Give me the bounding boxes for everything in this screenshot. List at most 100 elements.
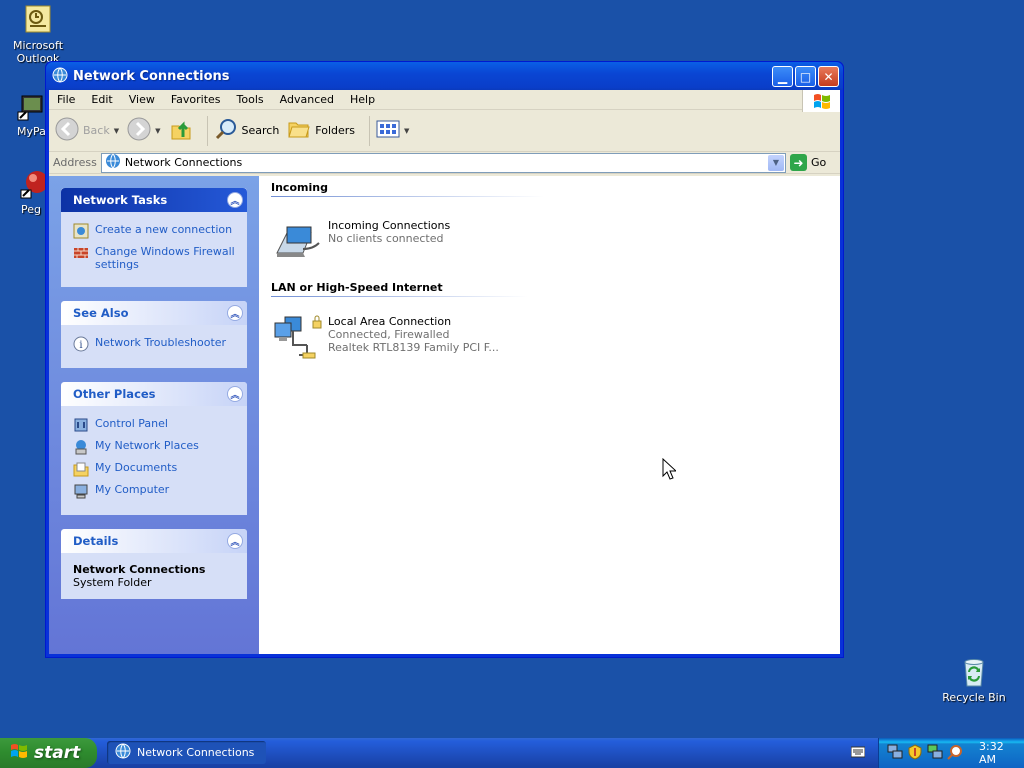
forward-button[interactable]: ▼ (127, 117, 161, 144)
other-places-panel: Other Places ︽ Control Panel My Network … (61, 382, 247, 515)
taskbar-button-network-connections[interactable]: Network Connections (107, 741, 266, 764)
folders-button[interactable]: Folders (287, 117, 355, 144)
collapse-icon[interactable]: ︽ (227, 386, 243, 402)
collapse-icon[interactable]: ︽ (227, 192, 243, 208)
go-label: Go (811, 156, 827, 169)
menu-tools[interactable]: Tools (229, 93, 272, 106)
connection-name: Local Area Connection (328, 315, 452, 328)
mouse-cursor-icon (662, 457, 678, 483)
address-dropdown-button[interactable]: ▼ (768, 154, 784, 171)
toolbar-separator (369, 115, 371, 146)
forward-arrow-icon (127, 117, 151, 144)
chevron-down-icon[interactable]: ▼ (404, 127, 409, 135)
place-label: My Computer (95, 483, 170, 496)
connection-status: No clients connected (328, 232, 444, 245)
place-my-documents[interactable]: My Documents (73, 461, 237, 477)
task-label: Network Troubleshooter (95, 336, 227, 349)
clock[interactable]: 3:32 AM (979, 740, 1024, 766)
back-button[interactable]: Back ▼ (55, 117, 119, 144)
menu-edit[interactable]: Edit (83, 93, 120, 106)
svg-text:i: i (79, 340, 82, 351)
control-panel-icon (73, 417, 89, 433)
address-label: Address (53, 156, 97, 169)
search-tray-icon[interactable] (947, 744, 963, 763)
windows-logo-icon (802, 90, 840, 112)
close-button[interactable]: ✕ (818, 66, 839, 87)
minimize-icon: ▁ (777, 69, 788, 84)
menu-file[interactable]: File (49, 93, 83, 106)
network-connections-icon (115, 743, 131, 762)
maximize-icon: □ (799, 69, 812, 84)
group-header-incoming: Incoming (271, 181, 543, 197)
content-area: Network Tasks ︽ Create a new connection … (49, 176, 840, 654)
chevron-down-icon[interactable]: ▼ (114, 127, 119, 135)
details-title: Details (73, 534, 119, 548)
collapse-icon[interactable]: ︽ (227, 305, 243, 321)
details-header[interactable]: Details ︽ (61, 529, 247, 553)
views-icon (376, 119, 400, 142)
menu-help[interactable]: Help (342, 93, 383, 106)
title-bar[interactable]: Network Connections ▁ □ ✕ (46, 62, 843, 90)
chevron-down-icon[interactable]: ▼ (155, 127, 160, 135)
network-connections-window: Network Connections ▁ □ ✕ File Edit View… (45, 61, 844, 658)
network-firewall-tray-icon[interactable] (927, 744, 943, 763)
keyboard-icon[interactable] (850, 746, 866, 758)
maximize-button[interactable]: □ (795, 66, 816, 87)
lan-connection-icon (273, 315, 325, 359)
task-network-troubleshooter[interactable]: i Network Troubleshooter (73, 336, 237, 352)
menu-advanced[interactable]: Advanced (272, 93, 342, 106)
connections-list: Incoming Incoming Connections No clients… (259, 176, 840, 654)
task-label: Change Windows Firewall settings (95, 245, 235, 271)
desktop-icon-outlook[interactable]: Microsoft Outlook (0, 4, 76, 65)
network-tasks-title: Network Tasks (73, 193, 168, 207)
documents-icon (73, 461, 89, 477)
collapse-icon[interactable]: ︽ (227, 533, 243, 549)
firewall-icon (73, 245, 89, 261)
other-places-header[interactable]: Other Places ︽ (61, 382, 247, 406)
place-my-network-places[interactable]: My Network Places (73, 439, 237, 455)
connection-incoming[interactable]: Incoming Connections No clients connecte… (273, 219, 828, 261)
start-button[interactable]: start (0, 738, 97, 768)
task-change-firewall[interactable]: Change Windows Firewall settings (73, 245, 237, 271)
connection-device: Realtek RTL8139 Family PCI F... (328, 341, 499, 354)
search-button[interactable]: Search (214, 117, 280, 144)
place-label: My Documents (95, 461, 178, 474)
task-label: Create a new connection (95, 223, 233, 236)
see-also-panel: See Also ︽ i Network Troubleshooter (61, 301, 247, 368)
network-tray-icon[interactable] (887, 744, 903, 763)
go-button[interactable]: ➜ Go (790, 154, 836, 171)
network-places-icon (73, 439, 89, 455)
desktop-icon-recycle-bin[interactable]: Recycle Bin (936, 656, 1012, 704)
address-bar: Address Network Connections ▼ ➜ Go (49, 152, 840, 174)
network-tasks-header[interactable]: Network Tasks ︽ (61, 188, 247, 212)
menu-view[interactable]: View (121, 93, 163, 106)
up-folder-button[interactable] (169, 117, 193, 144)
address-value: Network Connections (124, 156, 243, 169)
group-header-lan: LAN or High-Speed Internet (271, 281, 527, 297)
minimize-button[interactable]: ▁ (772, 66, 793, 87)
taskbar-button-label: Network Connections (137, 746, 255, 759)
details-type: System Folder (73, 576, 152, 589)
up-folder-icon (169, 117, 193, 144)
details-panel: Details ︽ Network Connections System Fol… (61, 529, 247, 599)
details-name: Network Connections (73, 563, 206, 576)
task-create-connection[interactable]: Create a new connection (73, 223, 237, 239)
connection-local-area[interactable]: Local Area Connection Connected, Firewal… (273, 315, 828, 359)
new-connection-icon (73, 223, 89, 239)
folders-icon (287, 117, 311, 144)
search-label: Search (241, 124, 280, 137)
see-also-header[interactable]: See Also ︽ (61, 301, 247, 325)
menu-favorites[interactable]: Favorites (163, 93, 229, 106)
address-field[interactable]: Network Connections ▼ (100, 152, 786, 173)
views-button[interactable]: ▼ (376, 119, 409, 142)
network-connections-icon (105, 153, 121, 172)
go-arrow-icon: ➜ (790, 154, 807, 171)
place-control-panel[interactable]: Control Panel (73, 417, 237, 433)
connection-status: Connected, Firewalled (328, 328, 450, 341)
mypc-icon (16, 90, 48, 122)
place-my-computer[interactable]: My Computer (73, 483, 237, 499)
task-pane: Network Tasks ︽ Create a new connection … (49, 176, 259, 654)
chevron-down-icon: ▼ (772, 158, 780, 167)
security-shield-icon[interactable] (907, 743, 923, 763)
place-label: My Network Places (95, 439, 199, 452)
